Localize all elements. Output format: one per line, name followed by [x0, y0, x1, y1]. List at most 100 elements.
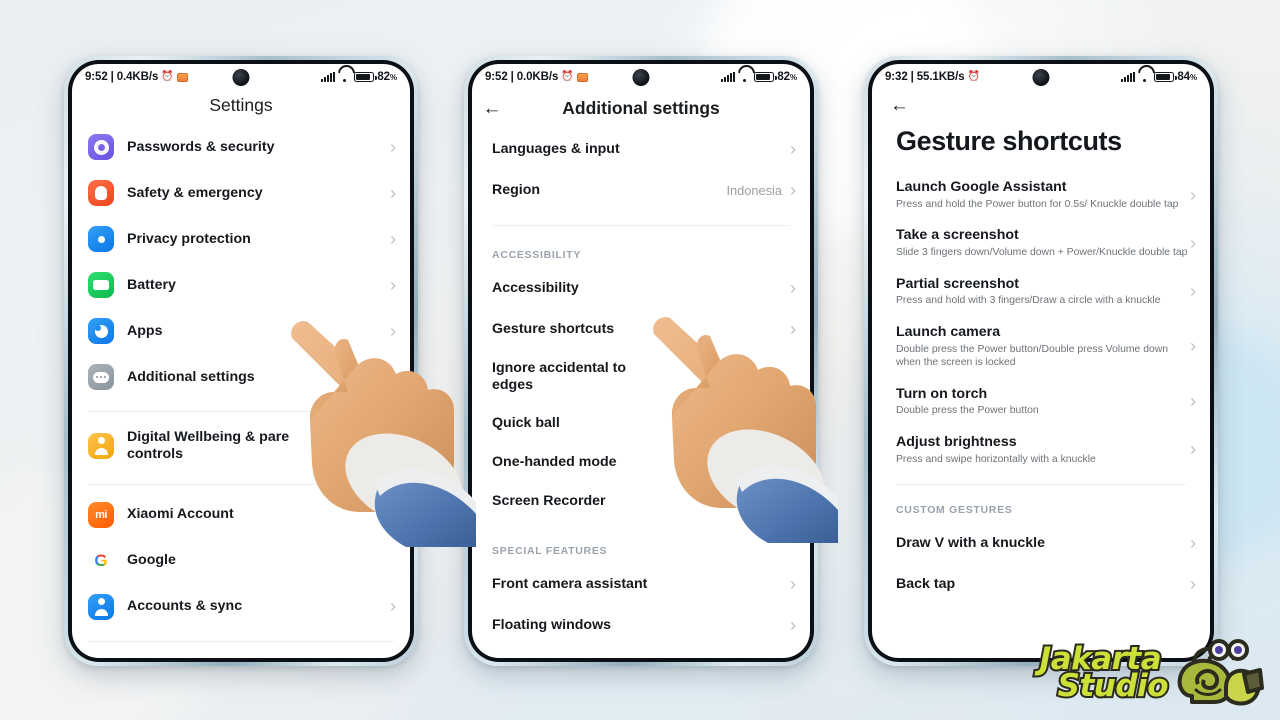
battery-percent: 84%: [1177, 71, 1197, 83]
list-item-label: Take a screenshot: [896, 227, 1019, 244]
watermark: Jakarta Studio: [1038, 634, 1266, 712]
digital-wellbeing-icon: [88, 432, 114, 459]
settings-group-special: Front camera assistant Floating windows: [472, 564, 810, 650]
list-item-label: Safety & emergency: [127, 184, 263, 201]
wifi-icon: [338, 72, 351, 82]
battery-icon: [354, 72, 377, 82]
cellular-signal-icon: [1121, 72, 1136, 82]
chevron-right-icon: [790, 574, 796, 595]
notification-badge-icon: [176, 72, 188, 82]
list-item-label: Partial screenshot: [896, 275, 1020, 292]
list-item[interactable]: Partial screenshot Press and hold with 3…: [872, 268, 1210, 316]
chevron-right-icon: [1190, 574, 1196, 595]
chevron-right-icon: [790, 615, 796, 636]
list-item-label: Region: [492, 182, 541, 199]
settings-group-language: Languages & input Region Indonesia: [472, 129, 810, 215]
sidebar-item-additional-settings[interactable]: Additional settings: [72, 354, 410, 400]
phone-3-app-body: ← Gesture shortcuts Launch Google Assist…: [872, 90, 1210, 658]
list-item-label: Accounts & sync: [127, 598, 243, 615]
chevron-right-icon: [390, 275, 396, 296]
passwords-security-icon: [88, 134, 114, 160]
google-account-icon: G: [88, 547, 114, 574]
list-item[interactable]: Screen Recorder: [472, 482, 810, 521]
chevron-right-icon: [790, 180, 796, 201]
list-item[interactable]: G Google: [72, 538, 410, 584]
back-arrow-icon[interactable]: ←: [890, 96, 909, 115]
list-item[interactable]: Region Indonesia: [472, 170, 810, 211]
status-separator: |: [510, 71, 514, 83]
list-item[interactable]: Digital Wellbeing & pare controls: [72, 419, 410, 473]
notification-badge-icon: [576, 72, 588, 82]
list-item[interactable]: Turn on torch Double press the Power but…: [872, 378, 1210, 426]
list-item[interactable]: Privacy: [72, 649, 410, 659]
list-item-label: Quick ball: [492, 414, 560, 431]
xiaomi-account-icon: mi: [88, 501, 114, 528]
chevron-right-icon: [1190, 533, 1196, 554]
list-item[interactable]: One-handed mode: [472, 443, 810, 482]
front-camera-punch-hole: [632, 69, 650, 86]
list-item-label: One-handed mode: [492, 453, 617, 470]
apps-icon: [88, 318, 114, 344]
list-item[interactable]: Launch Google Assistant Press and hold t…: [872, 171, 1210, 219]
list-divider: [896, 484, 1186, 486]
list-item-label: Battery: [127, 276, 176, 293]
chevron-right-icon: [790, 139, 796, 160]
list-item-label: Adjust brightness: [896, 433, 1017, 450]
list-item-label: Front camera assistant: [492, 575, 648, 592]
phone-1-status-bar: 9:52 | 0.4KB/s ⏰ 82%: [72, 64, 410, 90]
alarm-clock-icon: ⏰: [967, 71, 980, 82]
sidebar-item-gesture-shortcuts[interactable]: Gesture shortcuts: [472, 309, 810, 350]
list-item-label: Back tap: [896, 576, 956, 593]
list-item-label: Turn on torch: [896, 385, 988, 402]
list-item[interactable]: Languages & input: [472, 129, 810, 170]
list-item[interactable]: Accounts & sync: [72, 584, 410, 630]
list-divider: [88, 411, 394, 412]
list-item[interactable]: Accessibility: [472, 268, 810, 309]
list-item[interactable]: Privacy protection: [72, 216, 410, 262]
phone-3-screen: 9:32 | 55.1KB/s ⏰ 84% ← Gesture shortcut…: [872, 64, 1210, 658]
list-item-texts: Turn on torch Double press the Power but…: [896, 386, 1188, 418]
accounts-sync-icon: [88, 593, 114, 620]
phone-2-bezel: 9:52 | 0.0KB/s ⏰ 82% ← Additional settin…: [468, 60, 814, 662]
status-separator: |: [910, 71, 914, 83]
list-item[interactable]: Battery: [72, 262, 410, 308]
status-right-group: 82%: [721, 71, 797, 83]
phone-1-bezel: 9:52 | 0.4KB/s ⏰ 82% Settings Passwords …: [68, 60, 414, 662]
list-item[interactable]: Safety & emergency: [72, 170, 410, 216]
list-item-label: Screen Recorder: [492, 492, 606, 509]
list-item[interactable]: mi Xiaomi Account Ti.: [72, 492, 410, 538]
additional-settings-icon: [88, 364, 114, 390]
list-item[interactable]: Floating windows: [472, 605, 810, 646]
list-item[interactable]: Adjust brightness Press and swipe horizo…: [872, 426, 1210, 474]
status-time: 9:32: [885, 71, 908, 83]
wifi-icon: [1138, 72, 1151, 82]
list-item[interactable]: Back tap: [872, 564, 1210, 605]
list-item[interactable]: Passwords & security: [72, 124, 410, 170]
phone-3-bezel: 9:32 | 55.1KB/s ⏰ 84% ← Gesture shortcut…: [868, 60, 1214, 662]
status-right-group: 84%: [1121, 71, 1197, 83]
alarm-clock-icon: ⏰: [161, 71, 174, 82]
phone-2-additional-settings: 9:52 | 0.0KB/s ⏰ 82% ← Additional settin…: [464, 56, 818, 666]
cellular-signal-icon: [721, 72, 736, 82]
watermark-line-2: Studio: [1056, 668, 1171, 704]
list-item-subtitle: Double press the Power button/Double pre…: [896, 343, 1169, 369]
list-item-value: Ti.: [376, 507, 390, 522]
chevron-right-icon: [1190, 336, 1196, 357]
list-item[interactable]: Apps: [72, 308, 410, 354]
snail-mascot-icon: [1177, 639, 1264, 706]
chevron-right-icon: [1190, 439, 1196, 460]
list-item[interactable]: Draw V with a knuckle: [872, 523, 1210, 564]
list-item[interactable]: Quick ball: [472, 404, 810, 443]
status-time: 9:52: [85, 71, 108, 83]
list-item[interactable]: Take a screenshot Slide 3 fingers down/V…: [872, 219, 1210, 267]
list-item[interactable]: Front camera assistant: [472, 564, 810, 605]
list-item[interactable]: Ignore accidental to edges: [472, 350, 810, 404]
list-item-label: Launch camera: [896, 323, 1001, 340]
settings-group-accessibility: Accessibility Gesture shortcuts Ignore a…: [472, 268, 810, 525]
list-item[interactable]: Launch camera Double press the Power but…: [872, 316, 1210, 378]
list-item-subtitle: Double press the Power button: [896, 405, 1039, 417]
list-item-label: Xiaomi Account: [127, 506, 234, 523]
list-item-label: Gesture shortcuts: [492, 321, 615, 338]
chevron-right-icon: [1190, 281, 1196, 302]
list-item-subtitle: Slide 3 fingers down/Volume down + Power…: [896, 247, 1188, 259]
